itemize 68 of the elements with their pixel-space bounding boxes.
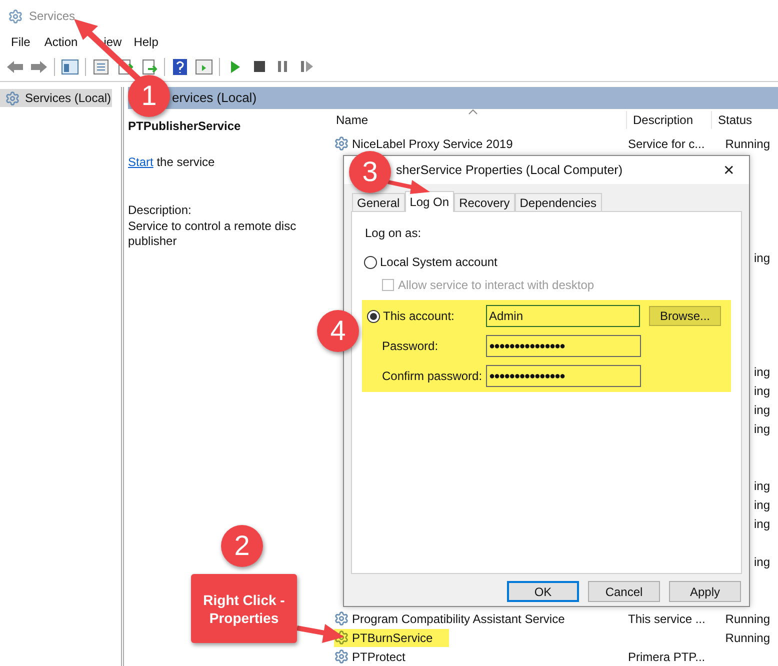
gear-icon (334, 630, 349, 645)
callout-label: Right Click - Properties (191, 574, 297, 643)
table-cell: Primera PTP... (628, 650, 706, 664)
confirm-password-field[interactable]: ●●●●●●●●●●●●●●● (486, 365, 641, 387)
service-row-name[interactable]: NiceLabel Proxy Service 2019 (334, 134, 529, 152)
table-cell: ing (754, 402, 770, 416)
service-name: PTPublisherService (128, 118, 242, 135)
column-header[interactable]: Name (320, 111, 626, 129)
table-cell: ing (754, 384, 770, 398)
gear-icon (334, 649, 349, 664)
toolbar-icon[interactable] (193, 56, 215, 76)
column-header[interactable]: Description (626, 111, 711, 129)
password-label: Password: (381, 338, 440, 355)
tree-item[interactable]: Services (Local) (0, 89, 112, 107)
sort-caret-icon (468, 109, 478, 115)
description-text: Service to control a remote disc publisher (128, 219, 298, 249)
menu-item[interactable]: Action (44, 33, 78, 51)
table-cell: Running (725, 612, 770, 626)
table-cell: ing (754, 498, 770, 512)
table-cell: Service for c... (628, 136, 705, 150)
step-marker: 4 (317, 310, 359, 352)
radio-button[interactable] (367, 310, 380, 322)
account-field[interactable]: Admin (486, 305, 640, 327)
confirm-password-label: Confirm password: (381, 368, 484, 385)
table-cell: This service ... (628, 612, 706, 626)
browse-button[interactable]: Browse... (649, 306, 721, 326)
dialog-title: sherService Properties (Local Computer) (396, 162, 622, 179)
service-row-name[interactable]: Program Compatibility Assistant Service (334, 610, 581, 628)
dialog-button[interactable]: OK (507, 581, 579, 602)
table-cell: ing (754, 250, 770, 264)
dialog-tab[interactable]: Recovery (454, 193, 515, 211)
start-service-text: Start the service (128, 154, 216, 171)
local-system-option[interactable]: Local System account (364, 253, 498, 271)
service-row-name[interactable]: PTProtect (334, 648, 422, 666)
dialog-tab[interactable]: Dependencies (514, 193, 602, 211)
password-field[interactable]: ●●●●●●●●●●●●●●● (486, 335, 641, 357)
table-cell: ing (754, 422, 770, 436)
service-row-name[interactable]: PTBurnService (334, 628, 449, 646)
table-cell: Running (725, 136, 770, 150)
column-header[interactable]: Status (711, 111, 774, 129)
table-cell: ing (754, 364, 770, 378)
table-cell: ing (754, 478, 770, 492)
gear-icon (334, 136, 349, 151)
step-marker: 1 (128, 75, 170, 117)
close-button[interactable]: ✕ (719, 160, 739, 180)
this-account-option[interactable]: This account: (367, 307, 486, 325)
toolbar-icon[interactable] (59, 56, 81, 76)
gear-icon (8, 8, 23, 24)
window-title: Services (29, 8, 76, 25)
table-cell: ing (754, 516, 770, 530)
table-cell: Running (725, 630, 770, 644)
radio-button[interactable] (364, 256, 377, 268)
start-link[interactable]: Start (128, 155, 154, 169)
dialog-button[interactable]: Cancel (588, 581, 660, 602)
gear-icon (334, 611, 349, 626)
description-label: Description: (128, 202, 192, 219)
step-marker: 2 (221, 525, 263, 567)
menu-item[interactable]: Help (134, 33, 158, 51)
annotation-arrow (386, 179, 431, 195)
dialog-button[interactable]: Apply (669, 581, 741, 602)
table-cell: ing (754, 554, 770, 568)
dialog-tab[interactable]: Log On (404, 191, 454, 212)
annotation-arrow (296, 622, 346, 645)
log-on-label: Log on as: (365, 225, 422, 242)
menu-item[interactable]: File (11, 33, 30, 51)
dialog-tab[interactable]: General (352, 193, 405, 211)
menu-item[interactable]: iew (104, 33, 122, 51)
gear-icon (5, 90, 20, 106)
